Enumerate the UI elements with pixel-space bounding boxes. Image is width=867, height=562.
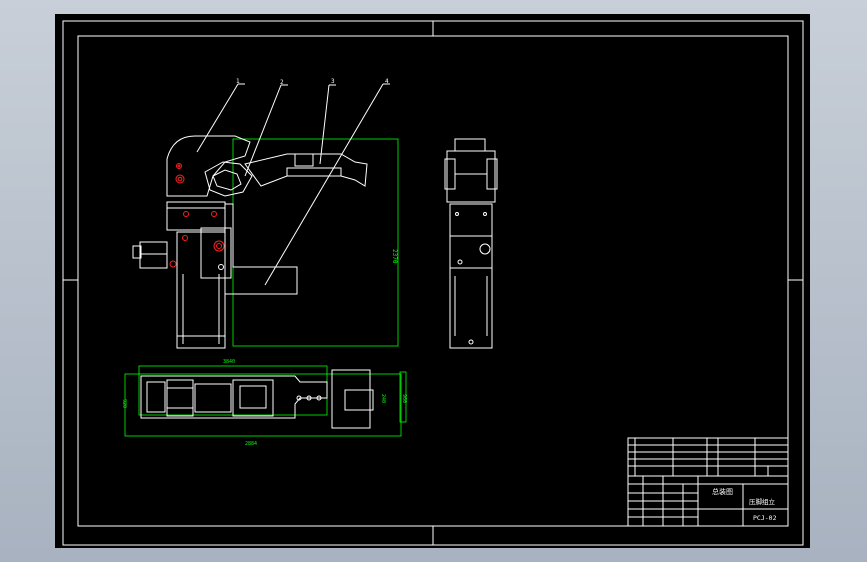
balloon-4: 4 xyxy=(385,78,389,85)
hole-2 xyxy=(175,174,185,184)
leaders xyxy=(196,83,390,286)
jaw-inner xyxy=(212,169,242,191)
side-block xyxy=(200,227,232,279)
dim-top-right-inner: 240 xyxy=(380,394,386,403)
cad-viewport: 2370 1 2 3 4 3840 2884 920 960 240 总装图 压… xyxy=(0,0,867,562)
title-part-name: 压脚组立 xyxy=(749,497,776,506)
hole-1-inner xyxy=(177,164,181,168)
top-head-inner xyxy=(239,385,267,409)
top-valve xyxy=(146,381,166,413)
head-housing xyxy=(166,135,251,197)
side-valve-block xyxy=(449,235,493,269)
hole-4 xyxy=(211,211,217,217)
mid-block xyxy=(166,201,226,231)
title-block-grid xyxy=(628,438,788,526)
dim-top-left: 920 xyxy=(121,399,127,408)
top-view: 3840 2884 920 960 240 xyxy=(121,359,407,447)
title-block-frame xyxy=(627,437,789,527)
front-view: 2370 1 2 3 4 xyxy=(132,78,399,349)
valve-block xyxy=(139,241,168,269)
clamp-arm xyxy=(244,153,368,187)
top-dim-lower xyxy=(124,373,402,437)
side-hole-1 xyxy=(455,212,459,216)
hole-6 xyxy=(213,240,225,252)
title-assembly: 总装图 xyxy=(712,487,733,496)
top-mid xyxy=(194,383,232,413)
dim-front-height: 2370 xyxy=(391,249,398,264)
side-cap xyxy=(454,138,486,152)
side-mid-block xyxy=(449,203,493,237)
side-cylinder xyxy=(449,267,493,349)
side-port xyxy=(479,243,491,255)
side-base-hole xyxy=(468,339,474,345)
hole-5 xyxy=(182,235,188,241)
hole-1 xyxy=(176,163,182,169)
cad-drawing: 2370 1 2 3 4 3840 2884 920 960 240 总装图 压… xyxy=(62,20,804,546)
top-pad xyxy=(331,369,371,429)
top-head xyxy=(232,379,274,417)
dim-top-width: 3840 xyxy=(223,359,235,365)
hole-2-inner xyxy=(177,176,183,182)
title-block: 总装图 压脚组立 PCJ-02 xyxy=(627,437,789,527)
drawing-sheet: 2370 1 2 3 4 3840 2884 920 960 240 总装图 压… xyxy=(55,14,810,548)
title-drawing-no: PCJ-02 xyxy=(753,514,777,522)
hole-6-inner xyxy=(216,243,222,249)
top-cylinder xyxy=(166,379,194,417)
balloon-2: 2 xyxy=(280,79,284,86)
hole-3 xyxy=(183,211,189,217)
top-body xyxy=(140,375,328,419)
top-pad-inner xyxy=(344,389,374,411)
dim-top-overall: 2884 xyxy=(245,441,257,447)
side-hole-3 xyxy=(457,259,463,265)
side-view xyxy=(444,138,498,349)
dim-top-right-outer: 960 xyxy=(401,394,407,403)
balloon-3: 3 xyxy=(331,78,335,85)
hole-8 xyxy=(218,264,224,270)
side-hole-2 xyxy=(483,212,487,216)
balloon-1: 1 xyxy=(236,78,240,85)
hole-7 xyxy=(169,260,177,268)
front-dim-box xyxy=(232,138,399,347)
arm-slot xyxy=(294,153,314,167)
